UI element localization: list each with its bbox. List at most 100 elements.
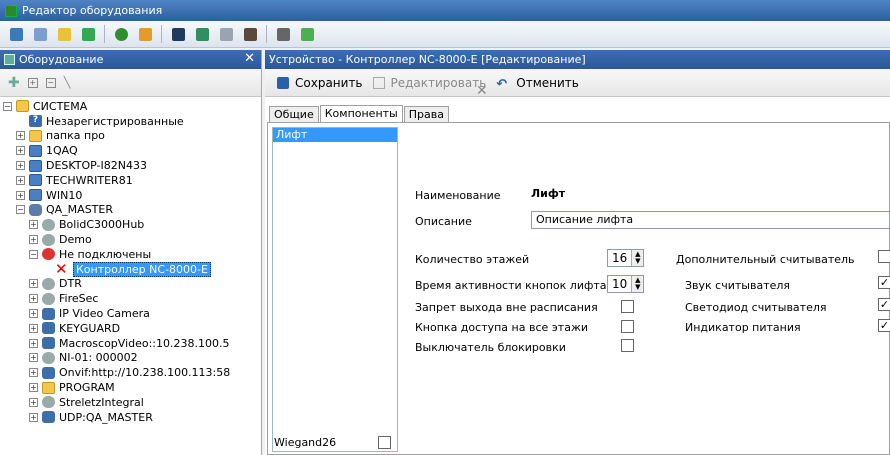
list-item[interactable]: Лифт xyxy=(273,128,397,142)
undo-icon: ↶ xyxy=(496,76,508,92)
block-switch-checkbox[interactable] xyxy=(621,339,634,352)
monitor-icon[interactable] xyxy=(168,24,188,44)
title-bar: Редактор оборудования xyxy=(0,0,890,21)
expander-icon[interactable]: + xyxy=(29,279,38,289)
expander-icon[interactable]: + xyxy=(29,368,38,378)
tree-node[interactable]: − Не подключены xyxy=(0,247,261,262)
all-floors-checkbox[interactable] xyxy=(621,320,634,333)
expander-icon[interactable]: + xyxy=(29,338,38,348)
db-icon xyxy=(29,203,42,216)
spin-arrows-icon[interactable]: ▲ ▼ xyxy=(631,276,644,292)
expander-icon[interactable]: + xyxy=(29,412,38,422)
extra-reader-checkbox[interactable] xyxy=(878,250,890,263)
spin-arrows-icon[interactable]: ▲ ▼ xyxy=(631,250,644,266)
expander-icon[interactable]: + xyxy=(29,235,38,245)
tool-icon[interactable] xyxy=(273,24,293,44)
unregistered-icon: ? xyxy=(29,115,42,128)
err-icon xyxy=(42,248,55,261)
expander-icon[interactable]: + xyxy=(16,146,25,156)
tab-components[interactable]: Компоненты xyxy=(319,105,403,123)
tab-rights[interactable]: Права xyxy=(403,106,449,122)
expander-icon[interactable]: + xyxy=(29,220,38,230)
expander-icon[interactable]: + xyxy=(16,175,25,185)
expander-icon[interactable]: + xyxy=(16,131,25,141)
expander-icon[interactable]: + xyxy=(29,383,38,393)
network-icon[interactable] xyxy=(192,24,212,44)
tree-node[interactable]: + MacroscopVideo::10.238.100.5 xyxy=(0,336,261,351)
tree-node[interactable]: + FireSec xyxy=(0,291,261,306)
tree-node[interactable]: +1QAQ xyxy=(0,143,261,158)
tree-node[interactable]: + NI-01: 000002 xyxy=(0,351,261,366)
cancel-button[interactable]: ↶ Отменить xyxy=(496,76,579,92)
expander-icon[interactable]: + xyxy=(29,397,38,407)
reader-sound-checkbox[interactable]: ✓ xyxy=(878,276,890,289)
edit-icon[interactable]: ╲ xyxy=(64,76,71,89)
tree-node-label: BolidC3000Hub xyxy=(59,218,145,232)
power-indicator-checkbox[interactable]: ✓ xyxy=(878,319,890,332)
component-list[interactable]: Лифт xyxy=(272,127,398,452)
tree-node[interactable]: − QA_MASTER xyxy=(0,203,261,218)
expander-icon[interactable]: + xyxy=(29,309,38,319)
tree-node-label: KEYGUARD xyxy=(59,321,121,335)
expander-icon[interactable]: + xyxy=(29,323,38,333)
tree-node-label: TECHWRITER81 xyxy=(46,173,133,187)
cam-icon xyxy=(42,411,55,424)
tree-toolbar: ✚ + − ╲ xyxy=(0,69,261,97)
device-panel: Устройство - Контроллер NC-8000-E [Редак… xyxy=(265,50,890,455)
wiegand-checkbox[interactable] xyxy=(378,436,392,449)
toolbar-separator xyxy=(104,25,105,43)
expander-icon[interactable]: + xyxy=(29,294,38,304)
users-icon[interactable] xyxy=(135,24,155,44)
tree-node[interactable]: + DTR xyxy=(0,277,261,292)
tree-node[interactable]: + UDP:QA_MASTER xyxy=(0,410,261,425)
close-icon[interactable]: ✕ xyxy=(244,51,255,66)
grid-icon[interactable] xyxy=(30,24,50,44)
equipment-icon[interactable] xyxy=(6,24,26,44)
expand-all-icon[interactable]: + xyxy=(27,77,38,88)
reader-sound-label: Звук считывателя xyxy=(685,279,791,292)
tree-node[interactable]: + WIN10 xyxy=(0,188,261,203)
description-field[interactable]: Описание лифта xyxy=(531,211,890,229)
image-icon[interactable] xyxy=(297,24,317,44)
expander-icon[interactable]: + xyxy=(16,161,25,171)
save-button[interactable]: Сохранить xyxy=(277,76,363,90)
tree-node[interactable]: ? Незарегистрированные xyxy=(0,114,261,129)
window-title: Редактор оборудования xyxy=(22,4,163,17)
device-toolbar: Сохранить Редактировать ↶ Отменить ✕ xyxy=(265,69,890,99)
active-time-stepper[interactable]: 10 ▲ ▼ xyxy=(607,275,645,293)
expander-icon[interactable]: − xyxy=(3,101,12,111)
tree-node[interactable]: + PROGRAM xyxy=(0,380,261,395)
tree-node[interactable]: + KEYGUARD xyxy=(0,321,261,336)
floors-stepper[interactable]: 16 ▲ ▼ xyxy=(607,249,645,267)
tree-node[interactable]: − СИСТЕМА xyxy=(0,99,261,114)
pencil-icon[interactable] xyxy=(54,24,74,44)
expander-icon[interactable]: + xyxy=(16,190,25,200)
collapse-all-icon[interactable]: − xyxy=(45,77,56,88)
user-icon[interactable] xyxy=(111,24,131,44)
add-icon[interactable]: ✚ xyxy=(8,75,20,91)
tree-node[interactable]: ✕ Контроллер NC-8000-E xyxy=(0,262,261,277)
delete-icon[interactable]: ✕ xyxy=(476,83,488,99)
deny-exit-checkbox[interactable] xyxy=(621,300,634,313)
tree-node[interactable]: + Demo xyxy=(0,232,261,247)
tree-node[interactable]: + папка про xyxy=(0,129,261,144)
equipment-panel: Оборудование ✕ ✚ + − ╲ − СИСТЕМА? Незареги… xyxy=(0,50,262,455)
tree-node[interactable]: + BolidC3000Hub xyxy=(0,217,261,232)
expander-icon[interactable]: − xyxy=(29,249,38,259)
tree-node[interactable]: + StreletzIntegral xyxy=(0,395,261,410)
tree-node[interactable]: + DESKTOP-I82N433 xyxy=(0,158,261,173)
panel-title-text: Оборудование xyxy=(19,53,104,66)
tree-node[interactable]: + Onvif:http://10.238.100.113:58 xyxy=(0,365,261,380)
tree-node[interactable]: + IP Video Camera xyxy=(0,306,261,321)
tree-node[interactable]: + TECHWRITER81 xyxy=(0,173,261,188)
arrow-icon[interactable] xyxy=(78,24,98,44)
edit-button[interactable]: Редактировать xyxy=(372,76,486,90)
equipment-tree[interactable]: − СИСТЕМА? Незарегистрированные + папка про +… xyxy=(0,97,261,455)
lock-icon[interactable] xyxy=(240,24,260,44)
dev-icon xyxy=(42,218,55,231)
reader-led-checkbox[interactable]: ✓ xyxy=(878,298,890,311)
expander-icon[interactable]: + xyxy=(29,353,38,363)
drive-icon[interactable] xyxy=(216,24,236,44)
tab-general[interactable]: Общие xyxy=(269,106,319,122)
expander-icon[interactable]: − xyxy=(16,205,25,215)
